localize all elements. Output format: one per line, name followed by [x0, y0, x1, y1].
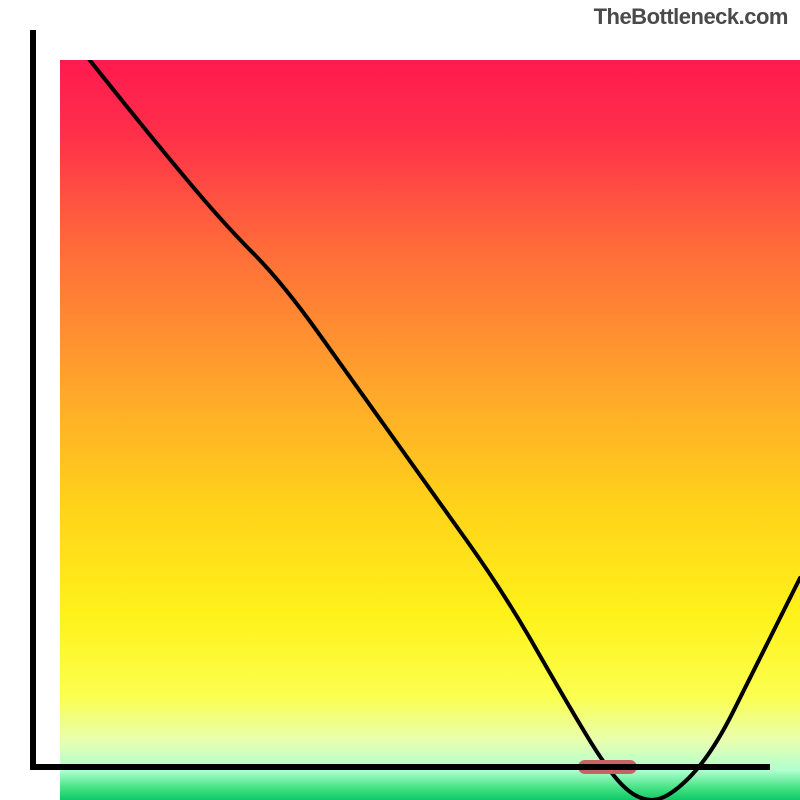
- chart-container: TheBottleneck.com: [0, 0, 800, 800]
- gradient-rect: [60, 60, 800, 800]
- plot-area: [30, 30, 770, 770]
- watermark-text: TheBottleneck.com: [594, 4, 788, 30]
- x-axis: [30, 764, 770, 770]
- plot-svg: [60, 60, 800, 800]
- y-axis: [30, 30, 36, 770]
